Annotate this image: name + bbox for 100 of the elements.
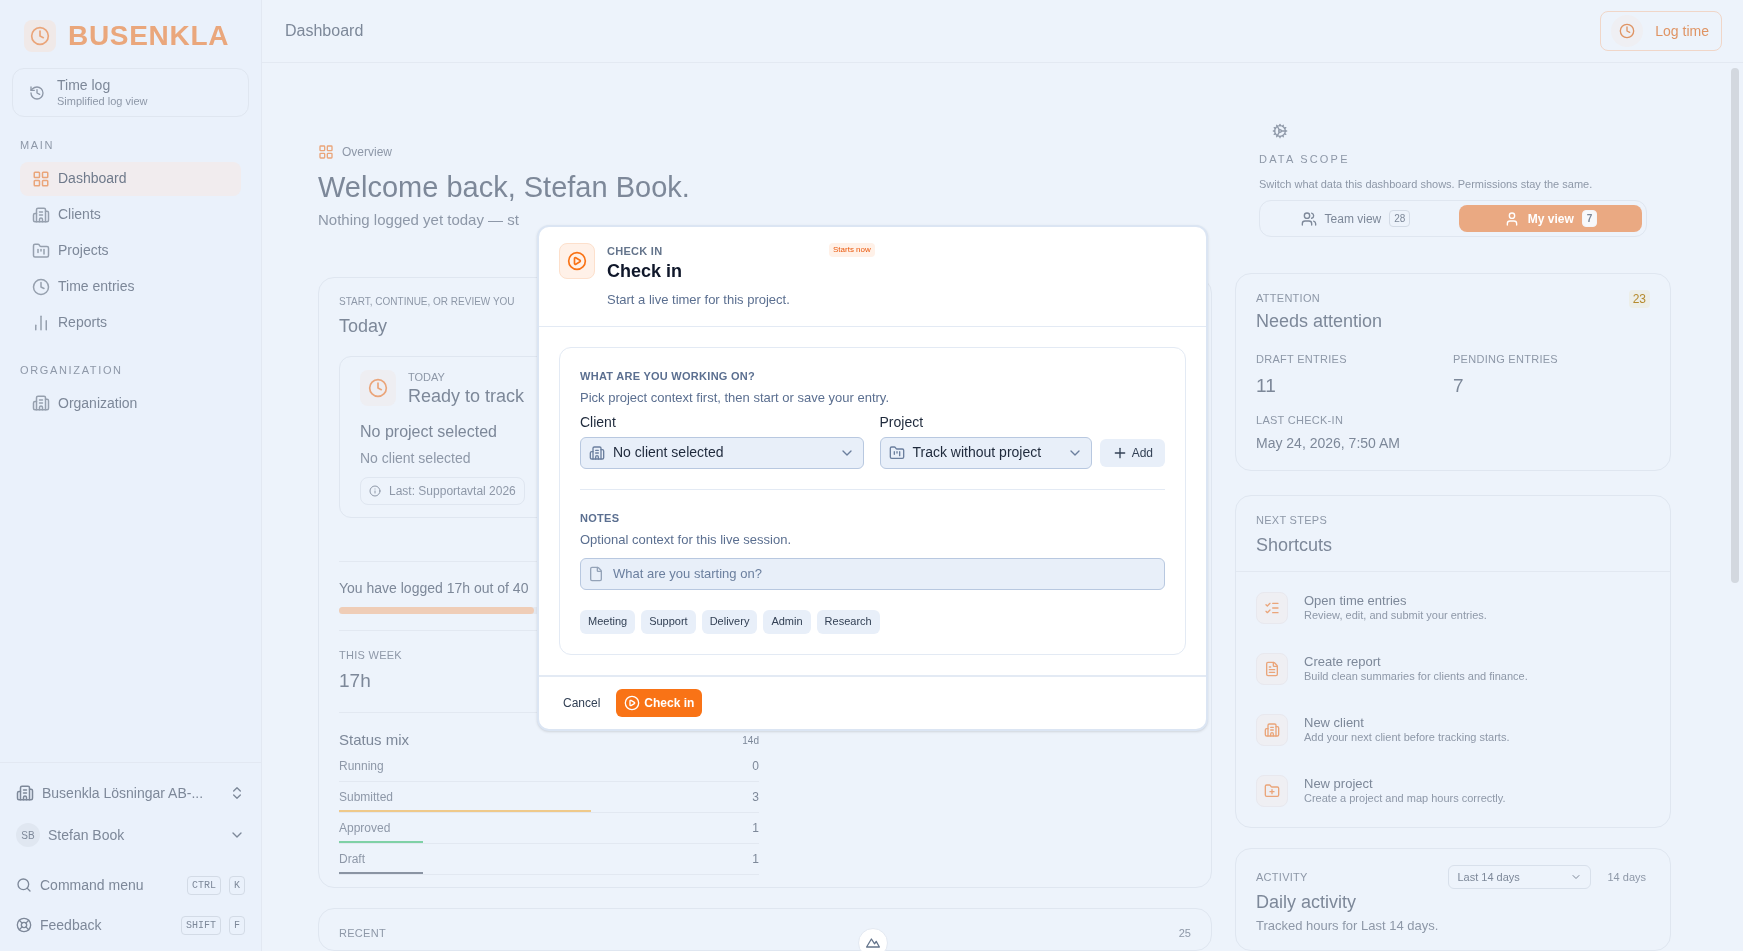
lifebuoy-icon <box>16 917 32 933</box>
status-label: Submitted <box>339 789 394 807</box>
status-count: 0 <box>752 758 759 776</box>
time-log-subtitle: Simplified log view <box>57 94 148 109</box>
user-name: Stefan Book <box>48 825 126 845</box>
status-label: Running <box>339 758 384 776</box>
section-heading: ORGANIZATION <box>19 362 124 378</box>
command-link[interactable]: Feedback <box>16 914 173 936</box>
tag-chip[interactable]: Research <box>816 609 880 634</box>
command-link[interactable]: Command menu <box>16 874 179 896</box>
grid-icon <box>32 169 50 188</box>
building-icon <box>16 784 34 802</box>
section-eyebrow: NOTES <box>580 510 620 526</box>
folder-icon <box>32 241 50 260</box>
range-label: 14d <box>742 733 759 748</box>
shortcut-item[interactable]: Create report Build clean summaries for clients and finance. <box>1256 653 1650 685</box>
building-icon <box>32 394 50 413</box>
last-entry-chip: Last: Supportavtal 2026 <box>360 476 525 505</box>
section-heading: MAIN <box>19 138 56 154</box>
tag-chip[interactable]: Meeting <box>580 609 636 634</box>
tracker-eyebrow: TODAY <box>408 369 446 385</box>
info-icon <box>369 484 381 497</box>
status-count: 1 <box>752 851 759 869</box>
card-title: Needs attention <box>1256 310 1383 333</box>
count-badge: 23 <box>1628 290 1650 308</box>
clock-icon <box>1619 23 1636 39</box>
status-count: 3 <box>752 789 759 807</box>
field-label: Project <box>879 412 924 432</box>
tag-chip[interactable]: Delivery <box>701 609 758 634</box>
checklist-icon <box>1264 600 1280 616</box>
section-eyebrow: WHAT ARE YOU WORKING ON? <box>580 368 756 384</box>
project-name: No project selected <box>360 421 497 442</box>
user-avatar: SB <box>16 823 40 847</box>
eyebrow-label: ATTENTION <box>1256 291 1320 306</box>
field-label: Client <box>580 412 616 432</box>
brand-name: BUSENKLA <box>68 22 230 50</box>
user-menu[interactable]: SB Stefan Book <box>16 819 245 851</box>
shortcut-item[interactable]: New client Add your next client before tracking starts. <box>1256 714 1650 746</box>
nav-item[interactable]: Projects <box>20 233 241 268</box>
section-description: Optional context for this live session. <box>580 531 791 549</box>
check-in-button[interactable]: Check in <box>616 688 703 717</box>
nav-item[interactable]: Dashboard <box>20 161 241 196</box>
dialog-subtitle: Start a live timer for this project. <box>607 291 790 309</box>
play-icon <box>624 694 641 711</box>
status-count: 1 <box>752 820 759 838</box>
key-hint: K <box>229 875 245 895</box>
last-check-in: May 24, 2026, 7:50 AM <box>1256 433 1400 453</box>
section-heading: DATA SCOPE <box>1259 152 1350 167</box>
page-subtitle: Nothing logged yet today — st <box>318 210 519 231</box>
project-select[interactable]: Track without project <box>879 436 1092 469</box>
eyebrow-label: ACTIVITY <box>1256 869 1308 885</box>
shortcut-item[interactable]: Open time entries Review, edit, and submit your entries. <box>1256 592 1650 624</box>
nav-item[interactable]: Clients <box>20 197 241 232</box>
card-subtitle: Tracked hours for Last 14 days. <box>1256 917 1439 935</box>
tag-chip[interactable]: Support <box>641 609 696 634</box>
bar-chart-icon <box>32 313 50 332</box>
dialog-title: Check in <box>607 259 683 282</box>
eyebrow-label: DRAFT ENTRIES <box>1256 352 1347 367</box>
range-select[interactable]: Last 14 days <box>1448 865 1592 889</box>
nav-item[interactable]: Time entries <box>20 269 241 304</box>
stat-value: 11 <box>1256 373 1276 398</box>
clock-icon <box>360 370 396 407</box>
clock-icon <box>32 277 50 296</box>
eyebrow-label: LAST CHECK-IN <box>1256 413 1344 428</box>
notes-field[interactable]: What are you starting on? <box>580 557 1165 590</box>
status-label: Approved <box>339 820 391 838</box>
time-log-title: Time log <box>57 77 112 95</box>
stat-value: 7 <box>1453 373 1464 398</box>
history-icon <box>29 84 45 101</box>
settings-icon <box>1272 123 1288 139</box>
organization-switcher[interactable]: Busenkla Lösningar AB-... <box>16 779 245 807</box>
add-button[interactable]: Add <box>1099 438 1165 467</box>
card-title: Today <box>339 314 388 338</box>
week-total: 17h <box>339 669 371 694</box>
dialog-eyebrow: CHECK IN <box>607 244 664 259</box>
log-time-button[interactable]: Log time <box>1600 11 1722 51</box>
view-tab[interactable]: My view 7 <box>1459 205 1642 232</box>
document-icon <box>1264 661 1280 677</box>
progress-text: You have logged 17h out of 40 <box>339 578 529 598</box>
cancel-button[interactable]: Cancel <box>563 693 601 712</box>
page-heading: Dashboard <box>285 21 364 41</box>
key-hint: F <box>229 915 245 935</box>
client-select[interactable]: No client selected <box>580 436 864 469</box>
nav-item[interactable]: Organization <box>20 386 241 421</box>
eyebrow-label: START, CONTINUE, OR REVIEW YOU <box>339 294 515 309</box>
section-description: Switch what data this dashboard shows. Permissions stay the same. <box>1259 176 1593 192</box>
eyebrow-label: NEXT STEPS <box>1256 512 1327 528</box>
nav-item[interactable]: Reports <box>20 305 241 340</box>
tag-chip[interactable]: Admin <box>763 609 811 634</box>
card-title: Daily activity <box>1256 891 1357 914</box>
time-log-card[interactable]: Time log Simplified log view <box>12 68 249 118</box>
shortcut-item[interactable]: New project Create a project and map hours correctly. <box>1256 775 1650 807</box>
section-description: Pick project context first, then start or save your entry. <box>580 389 889 407</box>
folder-plus-icon <box>1264 783 1280 799</box>
folder-icon <box>888 444 905 461</box>
view-tab[interactable]: Team view 28 <box>1264 205 1447 232</box>
building-icon <box>1264 722 1280 738</box>
breadcrumb: Overview <box>342 144 392 161</box>
play-icon <box>559 243 595 279</box>
card-title: Shortcuts <box>1256 534 1333 557</box>
